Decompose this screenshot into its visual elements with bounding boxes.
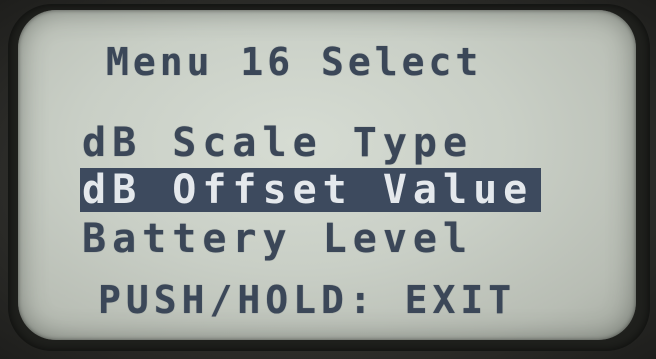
menu-title: Menu 16 Select	[106, 40, 483, 84]
device-body: Menu 16 Select dB Scale Type dB Offset V…	[0, 0, 656, 359]
menu-item-db-scale-type[interactable]: dB Scale Type	[82, 120, 473, 166]
menu-item-battery-level[interactable]: Battery Level	[82, 216, 473, 262]
exit-instruction: PUSH/HOLD: EXIT	[98, 278, 517, 322]
lcd-screen: Menu 16 Select dB Scale Type dB Offset V…	[18, 10, 636, 340]
screen-bezel: Menu 16 Select dB Scale Type dB Offset V…	[8, 4, 650, 351]
menu-item-db-offset-value[interactable]: dB Offset Value	[80, 168, 542, 212]
